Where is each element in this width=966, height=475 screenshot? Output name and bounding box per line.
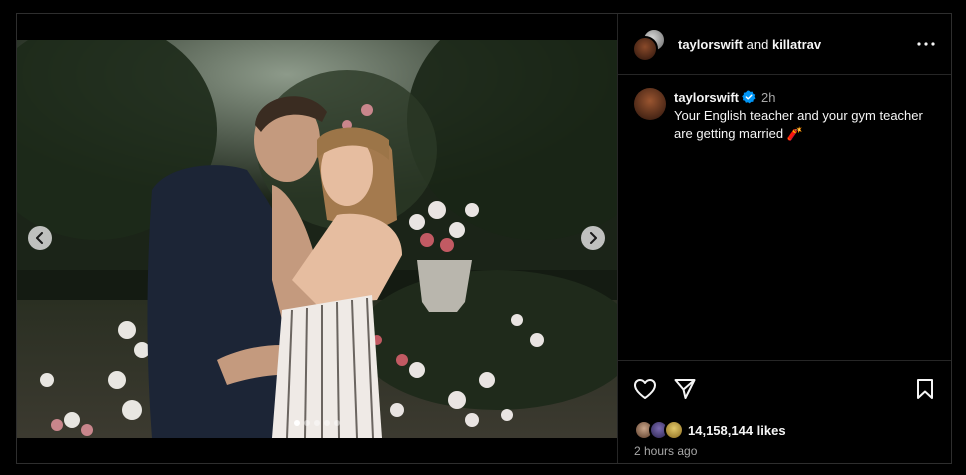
save-button[interactable] [912, 376, 938, 402]
paper-plane-icon [674, 379, 696, 399]
post-footer: 14,158,144 likes 2 hours ago [618, 360, 951, 463]
carousel-dot [314, 420, 320, 426]
garden-couple-photo [17, 40, 617, 438]
author-link-taylorswift[interactable]: taylorswift [678, 37, 743, 52]
caption-avatar[interactable] [634, 88, 666, 120]
previous-slide-button[interactable] [28, 226, 52, 250]
more-options-icon [917, 42, 935, 46]
caption-time[interactable]: 2h [761, 90, 775, 105]
caption-text: Your English teacher and your gym teache… [674, 108, 923, 141]
chevron-right-icon [590, 232, 597, 244]
liker-avatar [664, 420, 684, 440]
caption-body: taylorswift 2h Your English teacher and y… [674, 89, 939, 143]
carousel-dot [324, 420, 330, 426]
bookmark-icon [917, 379, 933, 399]
post-dialog: taylorswift and killatrav taylorswift 2h … [16, 13, 952, 464]
more-options-button[interactable] [914, 34, 938, 54]
author-joiner: and [746, 37, 769, 52]
post-photo[interactable] [17, 40, 617, 438]
author-link-killatrav[interactable]: killatrav [772, 37, 821, 52]
post-timestamp[interactable]: 2 hours ago [634, 444, 697, 458]
post-header: taylorswift and killatrav [618, 14, 951, 75]
like-button[interactable] [632, 376, 658, 402]
post-side-panel: taylorswift and killatrav taylorswift 2h … [617, 14, 951, 463]
carousel-indicator [17, 420, 617, 426]
post-authors: taylorswift and killatrav [678, 37, 821, 52]
avatar-taylorswift [632, 36, 658, 62]
next-slide-button[interactable] [581, 226, 605, 250]
carousel-dot [334, 420, 340, 426]
collab-avatars[interactable] [632, 28, 668, 62]
likes-summary[interactable]: 14,158,144 likes [634, 419, 786, 441]
heart-icon [634, 379, 656, 399]
carousel-dot [294, 420, 300, 426]
verified-badge-icon [742, 90, 756, 104]
share-button[interactable] [672, 376, 698, 402]
chevron-left-icon [36, 232, 43, 244]
likes-count[interactable]: 14,158,144 likes [688, 423, 786, 438]
caption-username[interactable]: taylorswift [674, 90, 739, 105]
post-media [17, 14, 617, 463]
carousel-dot [304, 420, 310, 426]
